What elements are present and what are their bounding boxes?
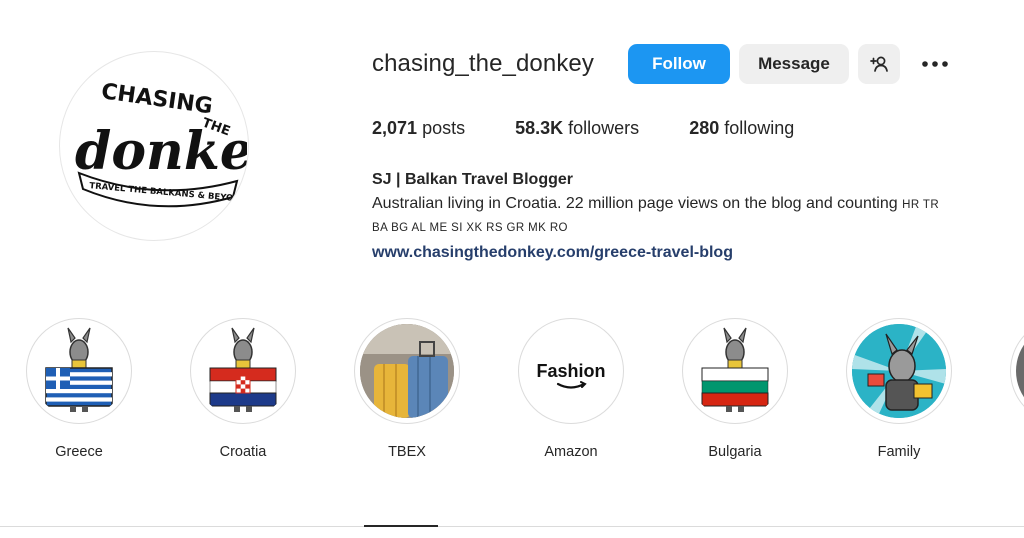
highlight-ring <box>682 318 788 424</box>
highlight-ring <box>354 318 460 424</box>
profile-username: chasing_the_donkey <box>372 50 594 77</box>
followers-count: 58.3K <box>515 118 564 138</box>
bio-country-codes-2: BA BG AL ME SI XK RS GR MK RO <box>372 222 568 234</box>
following-label: following <box>724 118 795 138</box>
highlight-cover <box>1016 324 1024 418</box>
highlight-label: Greece <box>55 444 103 460</box>
highlight-cover <box>32 324 126 418</box>
highlight-cover: Fashion <box>524 324 618 418</box>
follow-button[interactable]: Follow <box>627 44 730 84</box>
active-tab-indicator <box>364 525 438 527</box>
highlight-cover <box>852 324 946 418</box>
highlight-label: Amazon <box>544 444 598 460</box>
more-options-icon <box>922 61 948 67</box>
highlight-family[interactable]: Family <box>844 318 954 460</box>
highlight-cover <box>360 324 454 418</box>
message-button[interactable]: Message <box>738 44 849 84</box>
bio-link[interactable]: www.chasingthedonkey.com/greece-travel-b… <box>372 243 1012 263</box>
bio-country-codes: HR TR <box>902 199 940 211</box>
highlight-greece[interactable]: Greece <box>24 318 134 460</box>
following-stat[interactable]: 280 following <box>689 118 794 139</box>
highlight-ring <box>846 318 952 424</box>
highlight-label: Bulgaria <box>708 444 762 460</box>
highlight-bulgaria[interactable]: Bulgaria <box>680 318 790 460</box>
highlight-ring <box>26 318 132 424</box>
bulgaria-flag-donkey-icon <box>701 327 769 412</box>
posts-stat: 2,071 posts <box>372 118 465 139</box>
more-options-button[interactable] <box>920 49 950 79</box>
followers-label: followers <box>568 118 640 138</box>
highlight-label: Croatia <box>219 444 267 460</box>
profile-stats: 2,071 posts 58.3K followers 280 followin… <box>372 118 844 139</box>
posts-count: 2,071 <box>372 118 418 138</box>
highlight-tbex[interactable]: TBEX <box>352 318 462 460</box>
highlight-amazon[interactable]: Fashion Amazon <box>516 318 626 460</box>
suggested-accounts-button[interactable] <box>857 44 900 84</box>
highlight-cover <box>196 324 290 418</box>
bio-name: SJ | Balkan Travel Blogger <box>372 171 573 188</box>
tabs-divider <box>0 526 1024 527</box>
person-add-icon <box>870 56 888 72</box>
profile-header-row: chasing_the_donkey Follow Message <box>372 44 950 84</box>
following-count: 280 <box>689 118 720 138</box>
greece-flag-donkey-icon <box>45 327 113 412</box>
bio-line: Australian living in Croatia. 22 million… <box>372 195 898 212</box>
profile-avatar[interactable]: CHASING THE donkey TRAVEL THE BALKANS & … <box>59 51 249 241</box>
story-highlights: Greece Croatia TBEX Fashion Amazon Bulga… <box>0 318 1024 468</box>
donkey-family-icon <box>852 324 946 418</box>
followers-stat[interactable]: 58.3K followers <box>515 118 639 139</box>
highlight-ring <box>190 318 296 424</box>
posts-label: posts <box>422 118 466 138</box>
highlight-cover <box>688 324 782 418</box>
profile-bio: SJ | Balkan Travel Blogger Australian li… <box>372 170 1012 263</box>
luggage-photo <box>360 324 454 418</box>
highlight-label: TBEX <box>388 444 426 460</box>
highlight-label: Family <box>877 444 921 460</box>
croatia-flag-donkey-icon <box>209 327 277 412</box>
chasing-the-donkey-logo: CHASING THE donkey TRAVEL THE BALKANS & … <box>75 79 247 208</box>
amazon-fashion-text: Fashion <box>536 361 605 381</box>
amazon-fashion-logo: Fashion <box>536 361 606 389</box>
highlight-next-partial[interactable] <box>1010 318 1024 424</box>
highlight-croatia[interactable]: Croatia <box>188 318 298 460</box>
highlight-ring <box>1010 318 1024 424</box>
highlight-ring: Fashion <box>518 318 624 424</box>
logo-chasing-text: CHASING <box>100 79 214 119</box>
logo-donkey-text: donkey <box>75 121 247 182</box>
bio-text: Australian living in Croatia. 22 million… <box>372 193 1012 239</box>
